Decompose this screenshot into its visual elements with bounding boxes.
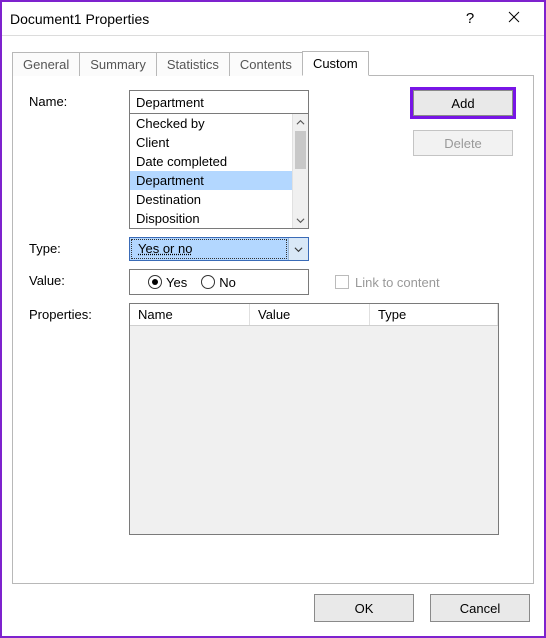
name-option[interactable]: Date completed [130, 152, 292, 171]
type-value: Yes or no [131, 239, 287, 259]
button-label: Cancel [460, 601, 500, 616]
tab-strip: General Summary Statistics Contents Cust… [12, 50, 534, 76]
scroll-down-icon[interactable] [293, 212, 308, 228]
name-option[interactable]: Checked by [130, 114, 292, 133]
column-header-name[interactable]: Name [130, 304, 250, 325]
tab-label: Statistics [167, 57, 219, 72]
properties-table: Name Value Type [129, 303, 499, 535]
tab-general[interactable]: General [12, 52, 80, 76]
window-title: Document1 Properties [10, 11, 448, 27]
tab-custom[interactable]: Custom [302, 51, 369, 76]
checkbox-icon [335, 275, 349, 289]
radio-yes[interactable]: Yes [148, 275, 187, 290]
tab-summary[interactable]: Summary [79, 52, 157, 76]
name-option[interactable]: Client [130, 133, 292, 152]
button-label: Delete [444, 136, 482, 151]
button-label: OK [355, 601, 374, 616]
name-list: Checked by Client Date completed Departm… [129, 113, 309, 229]
radio-label: Yes [166, 275, 187, 290]
properties-body [130, 326, 498, 534]
value-radio-group: Yes No [129, 269, 309, 295]
name-label: Name: [29, 90, 129, 229]
type-combobox[interactable]: Yes or no [129, 237, 309, 261]
tab-statistics[interactable]: Statistics [156, 52, 230, 76]
titlebar: Document1 Properties ? [2, 2, 544, 36]
button-label: Add [451, 96, 474, 111]
tab-label: Custom [313, 56, 358, 71]
close-icon [508, 11, 520, 23]
side-buttons: Add Delete [413, 90, 513, 156]
radio-label: No [219, 275, 236, 290]
name-option[interactable]: Destination [130, 190, 292, 209]
tab-label: Contents [240, 57, 292, 72]
type-label: Type: [29, 237, 129, 261]
ok-button[interactable]: OK [314, 594, 414, 622]
radio-icon [201, 275, 215, 289]
tab-panel-custom: Add Delete Name: Checked by Client Date … [12, 76, 534, 584]
name-option[interactable]: Disposition [130, 209, 292, 228]
properties-row: Properties: Name Value Type [29, 303, 517, 535]
help-button[interactable]: ? [448, 10, 492, 27]
scroll-thumb[interactable] [295, 131, 306, 169]
link-to-content-label: Link to content [355, 275, 440, 290]
cancel-button[interactable]: Cancel [430, 594, 530, 622]
close-button[interactable] [492, 11, 536, 26]
radio-no[interactable]: No [201, 275, 236, 290]
dialog-buttons: OK Cancel [2, 584, 544, 632]
add-button[interactable]: Add [413, 90, 513, 116]
value-row: Value: Yes No Link to content [29, 269, 517, 295]
properties-header: Name Value Type [130, 304, 498, 326]
tab-label: Summary [90, 57, 146, 72]
properties-label: Properties: [29, 303, 129, 535]
name-input[interactable] [129, 90, 309, 114]
value-label: Value: [29, 269, 129, 295]
link-to-content: Link to content [335, 269, 440, 295]
scroll-up-icon[interactable] [293, 114, 308, 130]
chevron-down-icon [288, 238, 308, 260]
column-header-type[interactable]: Type [370, 304, 498, 325]
name-option[interactable]: Department [130, 171, 292, 190]
tabs-area: General Summary Statistics Contents Cust… [2, 36, 544, 584]
type-row: Type: Yes or no [29, 237, 517, 261]
tab-label: General [23, 57, 69, 72]
column-header-value[interactable]: Value [250, 304, 370, 325]
radio-icon [148, 275, 162, 289]
name-field-group: Checked by Client Date completed Departm… [129, 90, 309, 229]
name-list-scrollbar[interactable] [292, 114, 308, 228]
delete-button: Delete [413, 130, 513, 156]
tab-contents[interactable]: Contents [229, 52, 303, 76]
dialog-window: Document1 Properties ? General Summary S… [0, 0, 546, 638]
